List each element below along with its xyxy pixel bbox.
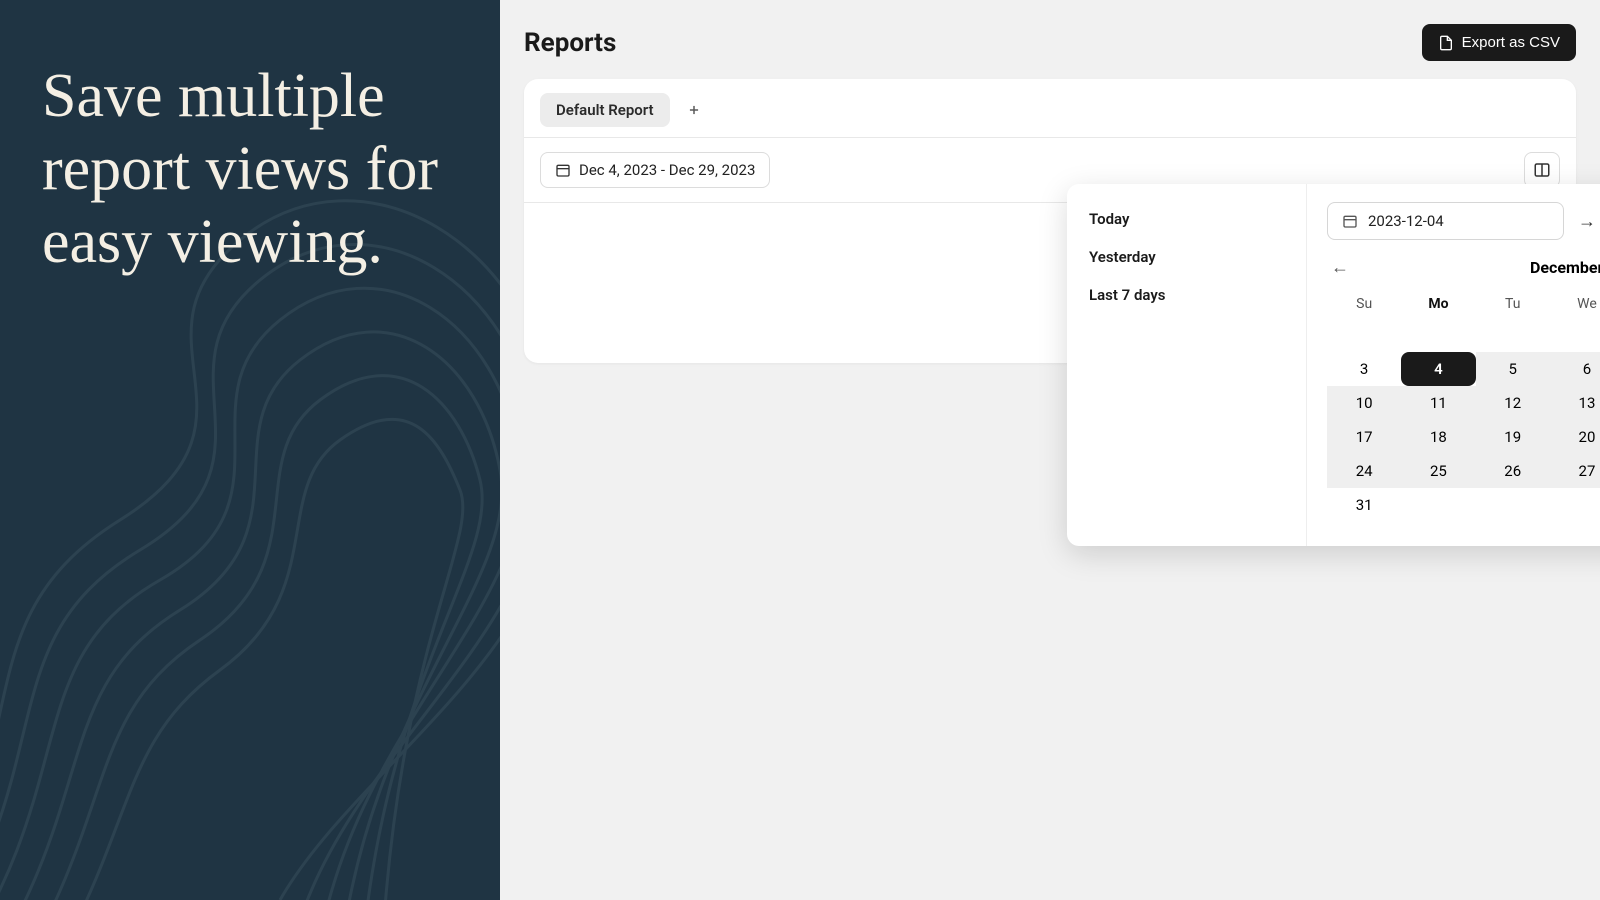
calendar-day[interactable]: 31 [1327, 488, 1401, 522]
calendar-day [1401, 488, 1475, 522]
calendar-day[interactable]: 12 [1476, 386, 1550, 420]
calendar-column: 2023-12-04 → 2023-12-29 ← December 2023 … [1307, 184, 1600, 546]
calendar-day[interactable]: 11 [1401, 386, 1475, 420]
calendar-day [1550, 488, 1600, 522]
start-date-value: 2023-12-04 [1368, 212, 1444, 230]
calendar-day [1550, 318, 1600, 352]
page-title: Reports [524, 28, 616, 58]
dow-header: Tu [1476, 290, 1550, 318]
main-content: Reports Export as CSV Default Report [500, 0, 1600, 900]
month-label: December 2023 [1353, 258, 1600, 277]
start-date-input[interactable]: 2023-12-04 [1327, 202, 1564, 240]
month-nav: ← December 2023 → [1327, 254, 1600, 280]
tab-default-report[interactable]: Default Report [540, 93, 670, 127]
calendar-day[interactable]: 6 [1550, 352, 1600, 386]
calendar-day[interactable]: 5 [1476, 352, 1550, 386]
calendar-day[interactable]: 10 [1327, 386, 1401, 420]
calendar-day[interactable]: 27 [1550, 454, 1600, 488]
calendar-day [1476, 488, 1550, 522]
calendar-day[interactable]: 13 [1550, 386, 1600, 420]
export-csv-button[interactable]: Export as CSV [1422, 24, 1576, 61]
calendar-day[interactable]: 17 [1327, 420, 1401, 454]
calendar-day[interactable]: 20 [1550, 420, 1600, 454]
calendar-day[interactable]: 24 [1327, 454, 1401, 488]
promo-panel: Save multiple report views for easy view… [0, 0, 500, 900]
calendar-day[interactable]: 3 [1327, 352, 1401, 386]
date-inputs-row: 2023-12-04 → 2023-12-29 [1327, 202, 1600, 240]
calendar-day[interactable]: 4 [1401, 352, 1475, 386]
date-picker-popover: Today Yesterday Last 7 days 2023-12-04 →… [1067, 184, 1600, 546]
columns-button[interactable] [1524, 152, 1560, 188]
calendar-icon [555, 162, 571, 178]
preset-column: Today Yesterday Last 7 days [1067, 184, 1307, 546]
file-icon [1438, 35, 1454, 51]
add-tab-button[interactable] [680, 96, 708, 124]
calendar-icon [1342, 213, 1358, 229]
date-range-button[interactable]: Dec 4, 2023 - Dec 29, 2023 [540, 152, 770, 188]
calendar-day [1401, 318, 1475, 352]
arrow-right-icon: → [1578, 211, 1596, 232]
export-label: Export as CSV [1462, 34, 1560, 51]
calendar-day[interactable]: 25 [1401, 454, 1475, 488]
dow-header: Mo [1401, 290, 1475, 318]
header-row: Reports Export as CSV [524, 24, 1576, 61]
dow-header: We [1550, 290, 1600, 318]
promo-headline: Save multiple report views for easy view… [42, 60, 458, 279]
plus-icon [687, 103, 701, 117]
tabs-row: Default Report [524, 79, 1576, 138]
calendar-day[interactable]: 18 [1401, 420, 1475, 454]
calendar-day [1476, 318, 1550, 352]
columns-icon [1533, 161, 1551, 179]
prev-month-button[interactable]: ← [1327, 254, 1353, 280]
preset-yesterday[interactable]: Yesterday [1067, 238, 1306, 276]
preset-last-7-days[interactable]: Last 7 days [1067, 276, 1306, 314]
dow-header: Su [1327, 290, 1401, 318]
calendar-grid: SuMoTuWeThFrSa12345678910111213141516171… [1327, 290, 1600, 522]
preset-today[interactable]: Today [1067, 200, 1306, 238]
calendar-day[interactable]: 26 [1476, 454, 1550, 488]
calendar-day [1327, 318, 1401, 352]
calendar-day[interactable]: 19 [1476, 420, 1550, 454]
date-range-label: Dec 4, 2023 - Dec 29, 2023 [579, 161, 755, 179]
